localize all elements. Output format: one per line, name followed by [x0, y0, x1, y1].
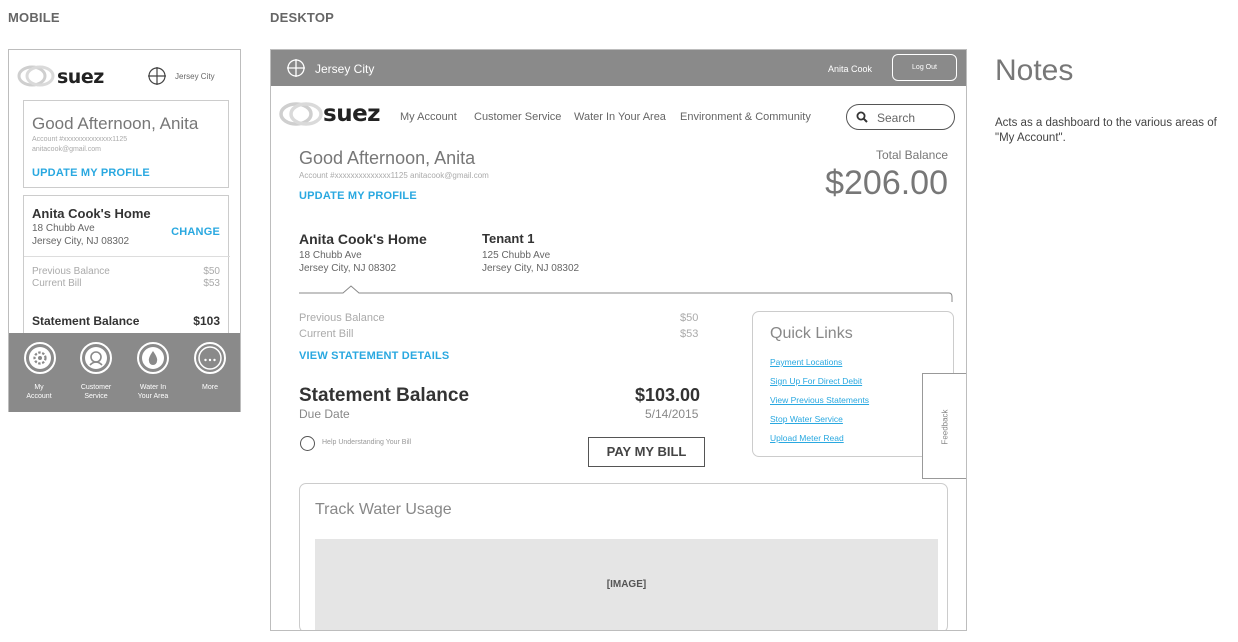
mobile-greeting-card: Good Afternoon, Anita Account #xxxxxxxxx…	[23, 100, 229, 188]
image-placeholder-label: [IMAGE]	[606, 579, 647, 590]
tenant-address-line1: 125 Chubb Ave	[482, 250, 551, 261]
mobile-home-title: Anita Cook's Home	[32, 206, 151, 221]
view-statement-details-link[interactable]: VIEW STATEMENT DETAILS	[299, 350, 449, 362]
current-bill-label: Current Bill	[299, 328, 354, 340]
mobile-prev-balance-label: Previous Balance	[32, 266, 110, 277]
nav-my-account[interactable]: My Account	[400, 111, 457, 123]
image-placeholder: [IMAGE]	[315, 539, 938, 630]
water-drop-icon	[137, 342, 169, 374]
ellipsis-icon	[194, 342, 226, 374]
property-selector-line	[299, 285, 953, 302]
mobile-statement-label: Statement Balance	[32, 314, 140, 328]
due-date-label: Due Date	[299, 407, 350, 421]
quick-link-direct-debit[interactable]: Sign Up For Direct Debit	[770, 372, 869, 391]
due-date-value: 5/14/2015	[645, 407, 699, 421]
track-water-usage-panel: Track Water Usage [IMAGE]	[299, 483, 948, 630]
notes-title: Notes	[995, 54, 1074, 87]
help-circle-icon[interactable]	[300, 436, 315, 451]
search-input[interactable]: Search	[846, 104, 955, 130]
suez-swirl-icon	[279, 102, 323, 126]
mobile-account-number: Account #xxxxxxxxxxxxxx1125	[32, 136, 128, 143]
mobile-home-card: Anita Cook's Home 18 Chubb Ave Jersey Ci…	[23, 195, 230, 335]
mobile-current-bill-value: $53	[203, 278, 220, 289]
crosshair-icon[interactable]	[147, 66, 167, 86]
mobile-bottom-nav: My Account Customer Service Water In You…	[9, 333, 240, 412]
statement-balance-value: $103.00	[635, 385, 701, 405]
mobile-nav-water-in-your-area[interactable]: Water In Your Area	[125, 333, 181, 412]
mobile-address-line1: 18 Chubb Ave	[32, 223, 95, 234]
nav-label: Water In	[139, 384, 167, 391]
notes-body: Acts as a dashboard to the various areas…	[995, 117, 1217, 144]
mobile-section-label: MOBILE	[8, 10, 60, 25]
nav-label: Customer	[80, 384, 112, 391]
suez-wordmark: suez	[57, 66, 104, 88]
mobile-current-bill-label: Current Bill	[32, 278, 82, 289]
mobile-nav-my-account[interactable]: My Account	[11, 333, 67, 412]
quick-link-payment-locations[interactable]: Payment Locations	[770, 353, 869, 372]
nav-water-in-your-area[interactable]: Water In Your Area	[574, 111, 666, 123]
tenant-title[interactable]: Tenant 1	[482, 231, 535, 246]
desktop-location[interactable]: Jersey City	[315, 62, 374, 76]
desktop-frame: Jersey City Anita Cook Log Out suez My A…	[270, 49, 967, 631]
nav-label: Your Area	[137, 393, 169, 400]
suez-logo[interactable]: suez	[279, 100, 391, 132]
mobile-change-link[interactable]: CHANGE	[171, 226, 220, 238]
suez-logo[interactable]: suez	[17, 64, 117, 92]
home-address-line2: Jersey City, NJ 08302	[299, 263, 397, 274]
pay-my-bill-button[interactable]: PAY MY BILL	[588, 437, 705, 467]
prev-balance-label: Previous Balance	[299, 312, 385, 324]
divider	[24, 256, 230, 257]
mobile-nav-more[interactable]: More	[182, 333, 238, 412]
tenant-address-line2: Jersey City, NJ 08302	[482, 263, 580, 274]
desktop-section-label: DESKTOP	[270, 10, 335, 25]
quick-links-title: Quick Links	[770, 325, 853, 342]
track-water-usage-title: Track Water Usage	[315, 501, 452, 518]
home-address-line1: 18 Chubb Ave	[299, 250, 362, 261]
person-icon	[80, 342, 112, 374]
current-bill-value: $53	[680, 328, 699, 340]
gear-icon	[24, 342, 56, 374]
quick-link-stop-water-service[interactable]: Stop Water Service	[770, 410, 869, 429]
crosshair-icon[interactable]	[286, 58, 306, 78]
nav-environment-community[interactable]: Environment & Community	[680, 111, 811, 123]
mobile-frame: suez Jersey City Good Afternoon, Anita A…	[8, 49, 241, 412]
help-understanding-bill-link[interactable]: Help Understanding Your Bill	[322, 439, 411, 446]
feedback-tab[interactable]: Feedback	[922, 373, 966, 479]
nav-label: My	[34, 384, 44, 391]
mobile-location[interactable]: Jersey City	[175, 72, 215, 81]
desktop-update-profile-link[interactable]: UPDATE MY PROFILE	[299, 190, 417, 202]
nav-label: More	[202, 384, 218, 391]
desktop-top-bar: Jersey City Anita Cook Log Out	[271, 50, 966, 86]
search-icon	[856, 111, 868, 123]
search-placeholder: Search	[877, 111, 916, 125]
prev-balance-value: $50	[680, 312, 699, 324]
nav-label: Account	[26, 393, 52, 400]
home-title[interactable]: Anita Cook's Home	[299, 231, 427, 247]
total-balance-value: $206.00	[825, 164, 948, 202]
mobile-update-profile-link[interactable]: UPDATE MY PROFILE	[32, 167, 150, 179]
mobile-statement-value: $103	[193, 314, 220, 328]
nav-customer-service[interactable]: Customer Service	[474, 111, 561, 123]
mobile-address-line2: Jersey City, NJ 08302	[32, 236, 130, 247]
total-balance-label: Total Balance	[875, 148, 948, 162]
quick-link-previous-statements[interactable]: View Previous Statements	[770, 391, 869, 410]
suez-wordmark: suez	[323, 101, 381, 127]
desktop-account-line: Account #xxxxxxxxxxxxxx1125 anitacook@gm…	[299, 171, 489, 180]
statement-balance-label: Statement Balance	[299, 385, 470, 406]
mobile-greeting: Good Afternoon, Anita	[32, 114, 199, 133]
user-name: Anita Cook	[828, 64, 873, 74]
feedback-label: Feedback	[940, 409, 950, 445]
logout-button[interactable]: Log Out	[892, 54, 957, 81]
mobile-nav-customer-service[interactable]: Customer Service	[68, 333, 124, 412]
nav-label: Service	[84, 393, 108, 400]
mobile-email: anitacook@gmail.com	[32, 146, 101, 153]
suez-swirl-icon	[17, 65, 55, 87]
mobile-prev-balance-value: $50	[203, 266, 220, 277]
desktop-greeting: Good Afternoon, Anita	[299, 148, 476, 168]
quick-link-upload-meter-read[interactable]: Upload Meter Read	[770, 429, 869, 448]
